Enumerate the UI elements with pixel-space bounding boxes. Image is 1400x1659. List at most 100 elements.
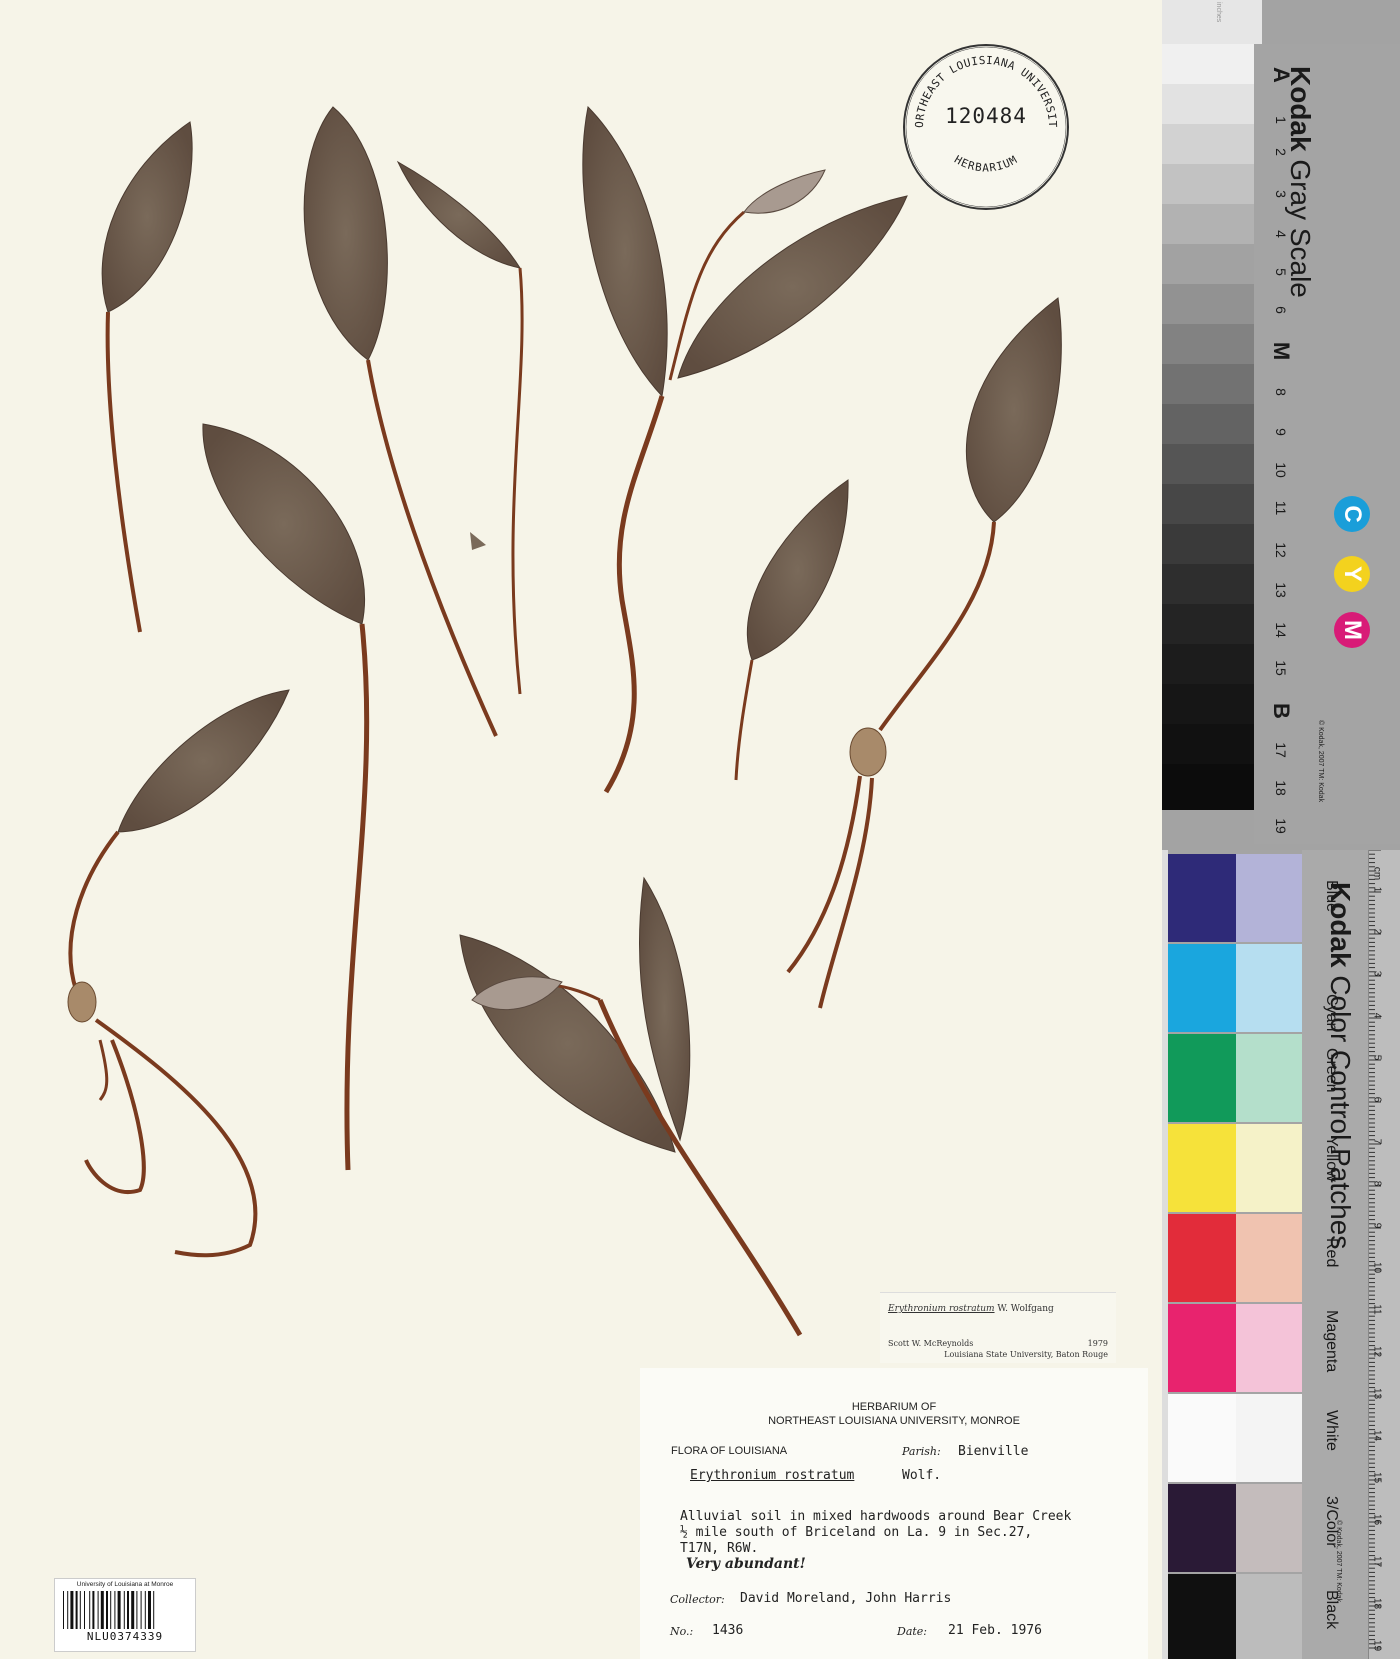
label-habitat-1: Alluvial soil in mixed hardwoods around … — [680, 1509, 1072, 1524]
specimen-label: HERBARIUM OF NORTHEAST LOUISIANA UNIVERS… — [640, 1368, 1148, 1659]
barcode-bar — [100, 1591, 104, 1629]
patch-white-2 — [1236, 1394, 1304, 1482]
barcode-bar — [63, 1591, 64, 1629]
gray-patch — [1162, 604, 1254, 644]
barcode-bar — [117, 1591, 121, 1629]
determination-slip: Erythronium rostratum W. Wolfgang Scott … — [880, 1292, 1116, 1363]
patch-blue — [1168, 854, 1236, 942]
leaf-1 — [101, 121, 193, 633]
barcode-bar — [131, 1591, 135, 1629]
leaf-4 — [202, 423, 370, 1171]
gray-patch — [1162, 684, 1254, 724]
specimen-image: NORTHEAST LOUISIANA UNIVERSITY HERBARIUM… — [0, 0, 1400, 1659]
gray-step: 10 — [1273, 462, 1289, 478]
barcode-label: University of Louisiana at Monroe NLU037… — [54, 1578, 196, 1652]
patch-yellow-light — [1236, 1124, 1304, 1212]
determination-line: Erythronium rostratum W. Wolfgang — [888, 1304, 1054, 1314]
gray-patch — [1162, 524, 1254, 564]
patch-white — [1168, 1394, 1236, 1482]
bulb-plant-1 — [67, 689, 290, 1258]
barcode-bar — [89, 1591, 91, 1629]
determination-taxon: Erythronium rostratum — [888, 1304, 995, 1314]
gray-patch — [1162, 324, 1254, 364]
determination-year: 1979 — [1087, 1339, 1108, 1348]
ruler-units: cm — [1371, 866, 1383, 881]
patch-cyan-light — [1236, 944, 1304, 1032]
label-parish-caption: Parish: — [902, 1445, 941, 1458]
gray-step: 8 — [1273, 388, 1289, 396]
barcode-bar — [114, 1591, 116, 1629]
patch-3color-light — [1236, 1484, 1304, 1572]
gray-step: 13 — [1273, 582, 1289, 598]
patch-blue-light — [1236, 854, 1304, 942]
ruler-number: 1 — [1371, 886, 1383, 893]
ruler-number: 16 — [1371, 1513, 1383, 1526]
label-header-1: HERBARIUM OF — [851, 1401, 937, 1413]
ruler-number: 18 — [1371, 1597, 1383, 1610]
label-header-2: NORTHEAST LOUISIANA UNIVERSITY, MONROE — [768, 1415, 1020, 1427]
barcode-bars — [63, 1591, 155, 1629]
barcode-bar — [153, 1591, 155, 1629]
label-authority: Wolf. — [902, 1468, 942, 1483]
gray-copyright: © Kodak, 2007 TM: Kodak — [1317, 720, 1324, 803]
leaf-5 — [734, 479, 849, 781]
gray-patch — [1162, 644, 1254, 684]
gray-step: 19 — [1273, 818, 1289, 834]
gray-patch — [1162, 364, 1254, 404]
patch-red — [1168, 1214, 1236, 1302]
gray-step: 9 — [1273, 428, 1289, 436]
barcode-bar — [127, 1591, 129, 1629]
gray-step: 15 — [1273, 660, 1289, 676]
leaf-3 — [396, 160, 524, 695]
gray-scale-corner — [1162, 0, 1262, 44]
gray-step: M — [1269, 341, 1294, 361]
ruler-number: 9 — [1371, 1222, 1383, 1229]
bulb-plant-2 — [786, 297, 1062, 1009]
barcode-bar — [97, 1591, 99, 1629]
ruler-number: 6 — [1371, 1096, 1383, 1103]
determination-institution: Louisiana State University, Baton Rouge — [944, 1350, 1108, 1359]
barcode-bar — [70, 1591, 74, 1629]
gray-step: 4 — [1273, 230, 1289, 238]
gray-patch — [1162, 764, 1254, 810]
flowering-plant-2 — [459, 876, 803, 1337]
barcode-code: NLU0374339 — [86, 1630, 164, 1643]
gray-step: 5 — [1273, 268, 1289, 276]
gray-step: 17 — [1273, 742, 1289, 758]
patch-magenta — [1168, 1304, 1236, 1392]
barcode-bar — [148, 1591, 151, 1629]
barcode-bar — [75, 1591, 78, 1629]
gray-patch — [1162, 244, 1254, 284]
barcode-bar — [140, 1591, 142, 1629]
gray-patch — [1162, 164, 1254, 204]
barcode-bar — [106, 1591, 108, 1629]
color-copyright: © Kodak, 2007 TM: Kodak — [1335, 1520, 1342, 1603]
patch-black — [1168, 1574, 1236, 1659]
gray-step: 12 — [1273, 542, 1289, 558]
label-parish: Bienville — [958, 1444, 1029, 1459]
flowering-plant-1 — [582, 105, 908, 794]
ruler-number: 4 — [1371, 1012, 1383, 1019]
patch-label-white: White — [1323, 1410, 1340, 1451]
barcode-bar — [144, 1591, 146, 1629]
gray-patch — [1162, 84, 1254, 124]
barcode-bar — [92, 1591, 95, 1629]
label-collector: David Moreland, John Harris — [740, 1591, 952, 1606]
label-habitat-3: T17N, R6W. — [680, 1541, 759, 1556]
patch-label-blue: Blue — [1323, 880, 1340, 913]
gray-scale-patches — [1162, 44, 1254, 810]
gray-step: 6 — [1273, 306, 1289, 314]
barcode-institution: University of Louisiana at Monroe — [76, 1581, 174, 1588]
label-date-caption: Date: — [897, 1625, 928, 1638]
herbarium-stamp: NORTHEAST LOUISIANA UNIVERSITY HERBARIUM… — [897, 32, 1071, 212]
gray-step: 1 — [1273, 116, 1289, 124]
leaf-2 — [303, 106, 498, 737]
magenta-circle: M — [1334, 612, 1370, 648]
patch-label-cyan: Cyan — [1323, 994, 1340, 1032]
ruler-number: 2 — [1371, 928, 1383, 935]
label-flora: FLORA OF LOUISIANA — [671, 1445, 788, 1457]
gray-patch — [1162, 724, 1254, 764]
gray-corner-text: inches — [1215, 2, 1222, 23]
color-control-card — [1162, 850, 1400, 1659]
patch-magenta-light — [1236, 1304, 1304, 1392]
